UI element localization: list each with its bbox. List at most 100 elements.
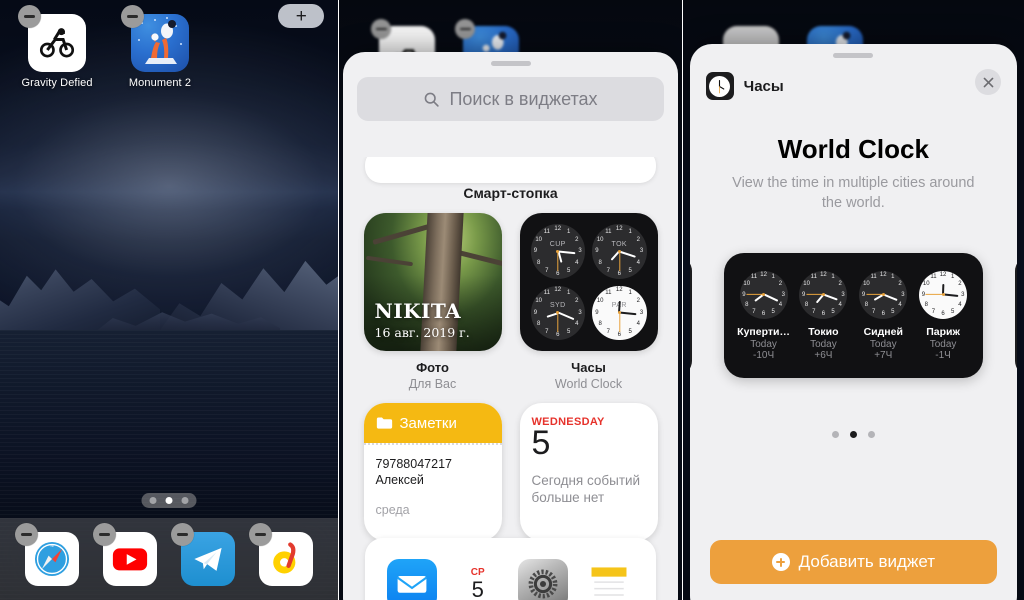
- second-hand: [557, 312, 559, 333]
- second-hand: [557, 251, 559, 271]
- city-offset: +6Ч: [814, 349, 833, 361]
- clock-face: [709, 75, 731, 97]
- clock-center-pin: [881, 293, 885, 296]
- notes-widget-body: 79788047217 Алексей среда: [364, 446, 502, 541]
- tree-branch: [366, 255, 414, 266]
- minus-badge-icon[interactable]: [121, 5, 144, 28]
- screenshot-stage: + Gravity Defied Monument 2 N Поиск в ви…: [0, 0, 1024, 600]
- home-dock: N: [0, 518, 339, 600]
- second-hand: [618, 312, 620, 333]
- widget-gallery-panel: Поиск в виджетах Смарт-стопка NIKITA 16 …: [339, 0, 682, 600]
- city-column-cupertino: 12 1 23 45 67 89 10 11 Куперти… Today -1…: [734, 270, 794, 361]
- calendar-widget-preview[interactable]: WEDNESDAY 5 Сегодня событий больше нет: [519, 403, 658, 541]
- city-name: Сидней: [863, 325, 903, 338]
- minute-hand: [942, 293, 959, 298]
- city-column-paris: 12 1 23 45 67 89 10 11 Париж Today -1Ч: [913, 270, 973, 361]
- suggested-apps-strip: СР 5: [365, 538, 656, 600]
- add-widget-button[interactable]: Добавить виджет: [709, 540, 997, 584]
- photo-date: 16 авг. 2019 г.: [374, 325, 470, 340]
- page-dot-active[interactable]: [165, 497, 173, 504]
- minute-hand: [823, 293, 839, 301]
- sheet-grabber[interactable]: [490, 61, 531, 66]
- tree-branch: [372, 224, 430, 246]
- dock-app-youtube[interactable]: [93, 523, 158, 586]
- home-page-indicator[interactable]: [141, 493, 197, 508]
- city-name: Куперти…: [737, 325, 790, 338]
- dock-app-telegram[interactable]: [171, 523, 236, 586]
- notes-line-1: 79788047217: [375, 457, 452, 471]
- home-app-monument-2[interactable]: Monument 2: [121, 5, 199, 89]
- minute-hand: [882, 293, 898, 302]
- calendar-icon-dow: СР: [470, 566, 485, 578]
- page-dot[interactable]: [181, 497, 189, 504]
- icon-wrap: [121, 5, 189, 72]
- notes-widget-preview[interactable]: Заметки 79788047217 Алексей среда: [363, 403, 502, 541]
- mini-clock-par: 121 23 45 67 89 1011 PAR: [592, 285, 647, 340]
- widget-size-page-dots[interactable]: [690, 431, 1017, 438]
- city-name: Токио: [808, 325, 839, 338]
- clock-center-pin: [941, 293, 945, 296]
- widget-gallery-scroll[interactable]: Смарт-стопка NIKITA 16 авг. 2019 г. Фото…: [343, 157, 677, 600]
- page-dot[interactable]: [867, 431, 875, 438]
- wallpaper: [0, 0, 339, 600]
- widget-preview-carousel[interactable]: 12 1 23 45 67 89 10 11 Куперти… Today -1…: [689, 253, 1017, 383]
- widget-search-bar[interactable]: Поиск в виджетах: [357, 77, 664, 121]
- plus-circle-icon: [771, 553, 790, 571]
- photos-widget-preview[interactable]: NIKITA 16 авг. 2019 г.: [363, 213, 502, 351]
- add-widget-button-label: Добавить виджет: [798, 552, 936, 571]
- page-dot[interactable]: [149, 497, 157, 504]
- mini-clock-city: CUP: [549, 240, 566, 248]
- calendar-icon[interactable]: СР 5: [452, 559, 503, 600]
- search-icon: [425, 92, 440, 107]
- calendar-empty-message: Сегодня событий больше нет: [531, 472, 641, 505]
- mini-clock-city: SYD: [549, 302, 566, 310]
- widget-name: Фото: [416, 360, 449, 375]
- notes-widget-header: Заметки: [363, 403, 502, 443]
- minus-badge-icon[interactable]: [18, 5, 41, 28]
- photo-caption: NIKITA 16 авг. 2019 г.: [375, 299, 470, 340]
- widget-name: Часы: [571, 360, 606, 375]
- mountain-right: [158, 260, 339, 340]
- widget-cell-photos[interactable]: NIKITA 16 авг. 2019 г. Фото Для Вас: [363, 213, 502, 391]
- clock-center-pin: [617, 311, 621, 315]
- home-app-label: Gravity Defied: [21, 77, 93, 89]
- clock-center-pin: [821, 293, 825, 296]
- mountain-left: [0, 269, 160, 335]
- widget-detail-sheet: Часы World Clock View the time in multip…: [689, 44, 1017, 600]
- notes-icon[interactable]: [583, 559, 634, 600]
- city-offset: -1Ч: [935, 349, 951, 361]
- gallery-section-title: Смарт-стопка: [463, 185, 558, 201]
- minute-hand: [618, 250, 637, 258]
- photo-title: NIKITA: [374, 299, 462, 323]
- settings-gear-icon[interactable]: [518, 559, 569, 600]
- next-widget-preview-peek[interactable]: [1015, 257, 1017, 375]
- clock-widget-preview[interactable]: 12 1 23 45 67 89 10 11 CUP 12 1 2 3 4 5 …: [519, 213, 658, 351]
- detail-widget-title: World Clock: [777, 134, 929, 164]
- detail-app-name: Часы: [743, 77, 784, 95]
- second-hand: [618, 251, 620, 271]
- page-dot-active[interactable]: [849, 431, 857, 438]
- page-dot[interactable]: [831, 431, 839, 438]
- home-screen-panel: + Gravity Defied Monument 2 N: [0, 0, 339, 600]
- detail-header: Часы: [690, 58, 1017, 100]
- mini-clock-cup: 12 1 23 45 67 89 10 11 CUP: [530, 224, 585, 279]
- mail-icon[interactable]: [387, 559, 438, 600]
- previous-widget-card-peek: [365, 157, 656, 183]
- previous-widget-preview-peek[interactable]: [689, 257, 692, 375]
- city-day-label: Today: [750, 338, 777, 350]
- home-app-gravity-defied[interactable]: Gravity Defied: [18, 5, 96, 89]
- world-clock-widget-preview[interactable]: 12 1 23 45 67 89 10 11 Куперти… Today -1…: [723, 253, 983, 378]
- detail-widget-description: View the time in multiple cities around …: [732, 175, 975, 211]
- dock-app-safari[interactable]: N: [15, 523, 80, 586]
- widget-row-1: NIKITA 16 авг. 2019 г. Фото Для Вас 121: [343, 213, 677, 391]
- close-icon[interactable]: [975, 69, 1001, 95]
- svg-text:N: N: [51, 543, 54, 548]
- widget-cell-clock[interactable]: 12 1 23 45 67 89 10 11 CUP 12 1 2 3 4 5 …: [519, 213, 658, 391]
- city-name: Париж: [926, 325, 960, 338]
- calendar-day-number: 5: [531, 424, 551, 462]
- dock-app-music[interactable]: [249, 523, 314, 586]
- city-clock-face: 12 1 23 45 67 89 10 11: [799, 270, 848, 319]
- city-clock-face: 12 1 23 45 67 89 10 11: [739, 270, 788, 319]
- city-offset: +7Ч: [874, 349, 893, 361]
- home-app-label: Monument 2: [128, 77, 192, 89]
